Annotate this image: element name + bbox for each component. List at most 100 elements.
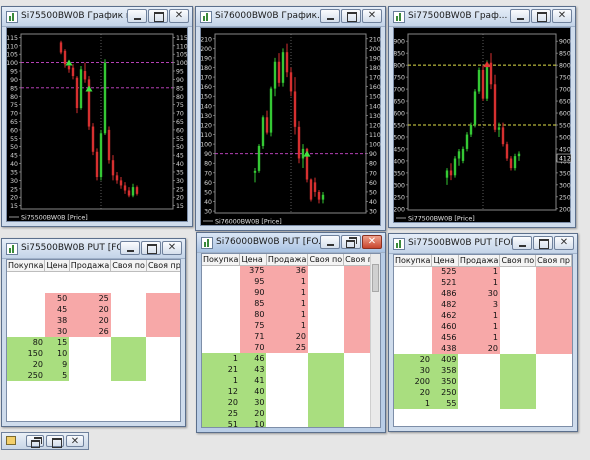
order-row[interactable]: 85 1 — [202, 298, 380, 309]
column-header[interactable]: Цена — [44, 260, 70, 272]
price-cell[interactable] — [45, 271, 69, 282]
ask-volume-cell[interactable] — [458, 365, 500, 376]
column-header[interactable]: Цена — [431, 255, 459, 267]
order-row[interactable]: 90 1 — [202, 287, 380, 298]
bid-volume-cell[interactable]: 150 — [7, 348, 45, 359]
own-bid-cell[interactable] — [307, 408, 344, 419]
own-bid-cell[interactable] — [308, 276, 344, 287]
ask-volume-cell[interactable]: 1 — [458, 277, 500, 288]
order-row[interactable]: 20 250 — [394, 387, 572, 398]
minimize-button[interactable] — [320, 9, 340, 23]
price-cell[interactable]: 50 — [44, 293, 70, 304]
own-bid-cell[interactable] — [307, 386, 344, 397]
price-cell[interactable]: 438 — [431, 343, 459, 354]
bid-volume-cell[interactable] — [7, 282, 45, 293]
own-ask-cell[interactable] — [535, 266, 572, 277]
own-bid-cell[interactable] — [111, 326, 147, 337]
ask-volume-cell[interactable]: 26 — [69, 326, 111, 337]
ask-volume-cell[interactable] — [266, 408, 308, 419]
order-book-table[interactable]: Покупка Цена Продажа Своя по Своя пр 525 1 521 1… — [394, 255, 572, 409]
minimized-window-bar[interactable] — [1, 432, 89, 450]
own-bid-cell[interactable] — [499, 387, 536, 398]
order-row[interactable]: 25 20 — [202, 408, 380, 419]
own-ask-cell[interactable] — [535, 299, 572, 310]
vertical-scrollbar[interactable] — [370, 254, 380, 427]
own-ask-cell[interactable] — [146, 370, 180, 381]
ask-volume-cell[interactable] — [266, 397, 308, 408]
price-cell[interactable]: 250 — [431, 387, 459, 398]
price-cell[interactable]: 71 — [239, 331, 267, 342]
title-bar[interactable]: Si77500BW0B Граф... — [389, 7, 575, 27]
price-cell[interactable]: 45 — [44, 304, 70, 315]
own-bid-cell[interactable] — [111, 315, 147, 326]
own-ask-cell[interactable] — [536, 398, 572, 409]
bid-volume-cell[interactable] — [394, 321, 432, 332]
order-row[interactable]: 30 358 — [394, 365, 572, 376]
column-header[interactable]: Продажа — [266, 254, 309, 266]
bid-volume-cell[interactable]: 20 — [394, 387, 432, 398]
title-bar[interactable]: Si77500BW0B PUT [FOR... — [389, 234, 577, 254]
ask-volume-cell[interactable] — [458, 398, 500, 409]
price-cell[interactable]: 20 — [239, 408, 267, 419]
order-book-grid[interactable]: Покупка Цена Продажа Своя по Своя пр 50 25 45 20… — [6, 259, 181, 422]
bid-volume-cell[interactable]: 12 — [202, 386, 240, 397]
order-row[interactable]: 525 1 — [394, 266, 572, 277]
own-bid-cell[interactable] — [499, 354, 536, 365]
price-cell[interactable]: 30 — [239, 397, 267, 408]
own-bid-cell[interactable] — [500, 266, 536, 277]
price-cell[interactable]: 90 — [239, 287, 267, 298]
ask-volume-cell[interactable] — [266, 419, 308, 427]
restore-button[interactable] — [341, 235, 361, 249]
bid-volume-cell[interactable] — [202, 309, 240, 320]
price-cell[interactable] — [45, 282, 69, 293]
ask-volume-cell[interactable] — [69, 337, 111, 348]
chart-area[interactable]: 210 210 200 200 190 190 180 180 170 170 160 160 150 1… — [200, 27, 381, 226]
column-header[interactable]: Своя пр — [535, 255, 572, 267]
order-row[interactable]: 482 3 — [394, 299, 572, 310]
price-cell[interactable]: 41 — [239, 375, 267, 386]
column-header[interactable]: Продажа — [69, 260, 112, 272]
price-chart[interactable]: 210 210 200 200 190 190 180 180 170 170 160 160 150 1… — [201, 28, 382, 227]
ask-volume-cell[interactable]: 20 — [266, 331, 308, 342]
own-ask-cell[interactable] — [146, 315, 180, 326]
price-cell[interactable]: 70 — [239, 342, 267, 353]
own-bid-cell[interactable] — [499, 365, 536, 376]
bid-volume-cell[interactable]: 20 — [202, 397, 240, 408]
ask-volume-cell[interactable] — [458, 376, 500, 387]
order-row[interactable]: 250 5 — [7, 370, 180, 381]
close-button[interactable] — [554, 236, 574, 250]
own-bid-cell[interactable] — [500, 332, 536, 343]
column-header[interactable]: Цена — [239, 254, 267, 266]
order-row[interactable]: 200 350 — [394, 376, 572, 387]
order-row[interactable]: 70 25 — [202, 342, 380, 353]
bid-volume-cell[interactable]: 30 — [394, 365, 432, 376]
order-book-window-2[interactable]: Si76000BW0B PUT [FO... ПокупкаЦенаПродаж… — [196, 232, 386, 433]
bid-volume-cell[interactable]: 80 — [7, 337, 45, 348]
ask-volume-cell[interactable] — [266, 375, 308, 386]
close-button[interactable] — [162, 241, 182, 255]
bid-volume-cell[interactable]: 25 — [202, 408, 240, 419]
own-ask-cell[interactable] — [536, 376, 572, 387]
price-cell[interactable]: 375 — [239, 265, 267, 276]
column-header[interactable]: Своя по — [110, 260, 147, 272]
bid-volume-cell[interactable]: 20 — [394, 354, 432, 365]
column-header[interactable]: Покупка — [7, 260, 46, 272]
own-ask-cell[interactable] — [146, 282, 180, 293]
ask-volume-cell[interactable]: 25 — [69, 293, 111, 304]
own-ask-cell[interactable] — [146, 304, 180, 315]
price-cell[interactable]: 55 — [431, 398, 459, 409]
order-row[interactable]: 20 30 — [202, 397, 380, 408]
maximize-button[interactable] — [148, 9, 168, 23]
order-row[interactable]: 438 20 — [394, 343, 572, 354]
bid-volume-cell[interactable] — [7, 293, 45, 304]
ask-volume-cell[interactable]: 1 — [458, 310, 500, 321]
price-cell[interactable]: 10 — [239, 419, 267, 427]
ask-volume-cell[interactable] — [266, 386, 308, 397]
own-bid-cell[interactable] — [307, 353, 344, 364]
bid-volume-cell[interactable] — [7, 271, 45, 282]
minimized-window-icon[interactable] — [6, 436, 16, 445]
own-ask-cell[interactable] — [146, 271, 180, 282]
bid-volume-cell[interactable] — [7, 315, 45, 326]
own-bid-cell[interactable] — [308, 309, 344, 320]
column-header[interactable]: Своя по — [307, 254, 345, 266]
